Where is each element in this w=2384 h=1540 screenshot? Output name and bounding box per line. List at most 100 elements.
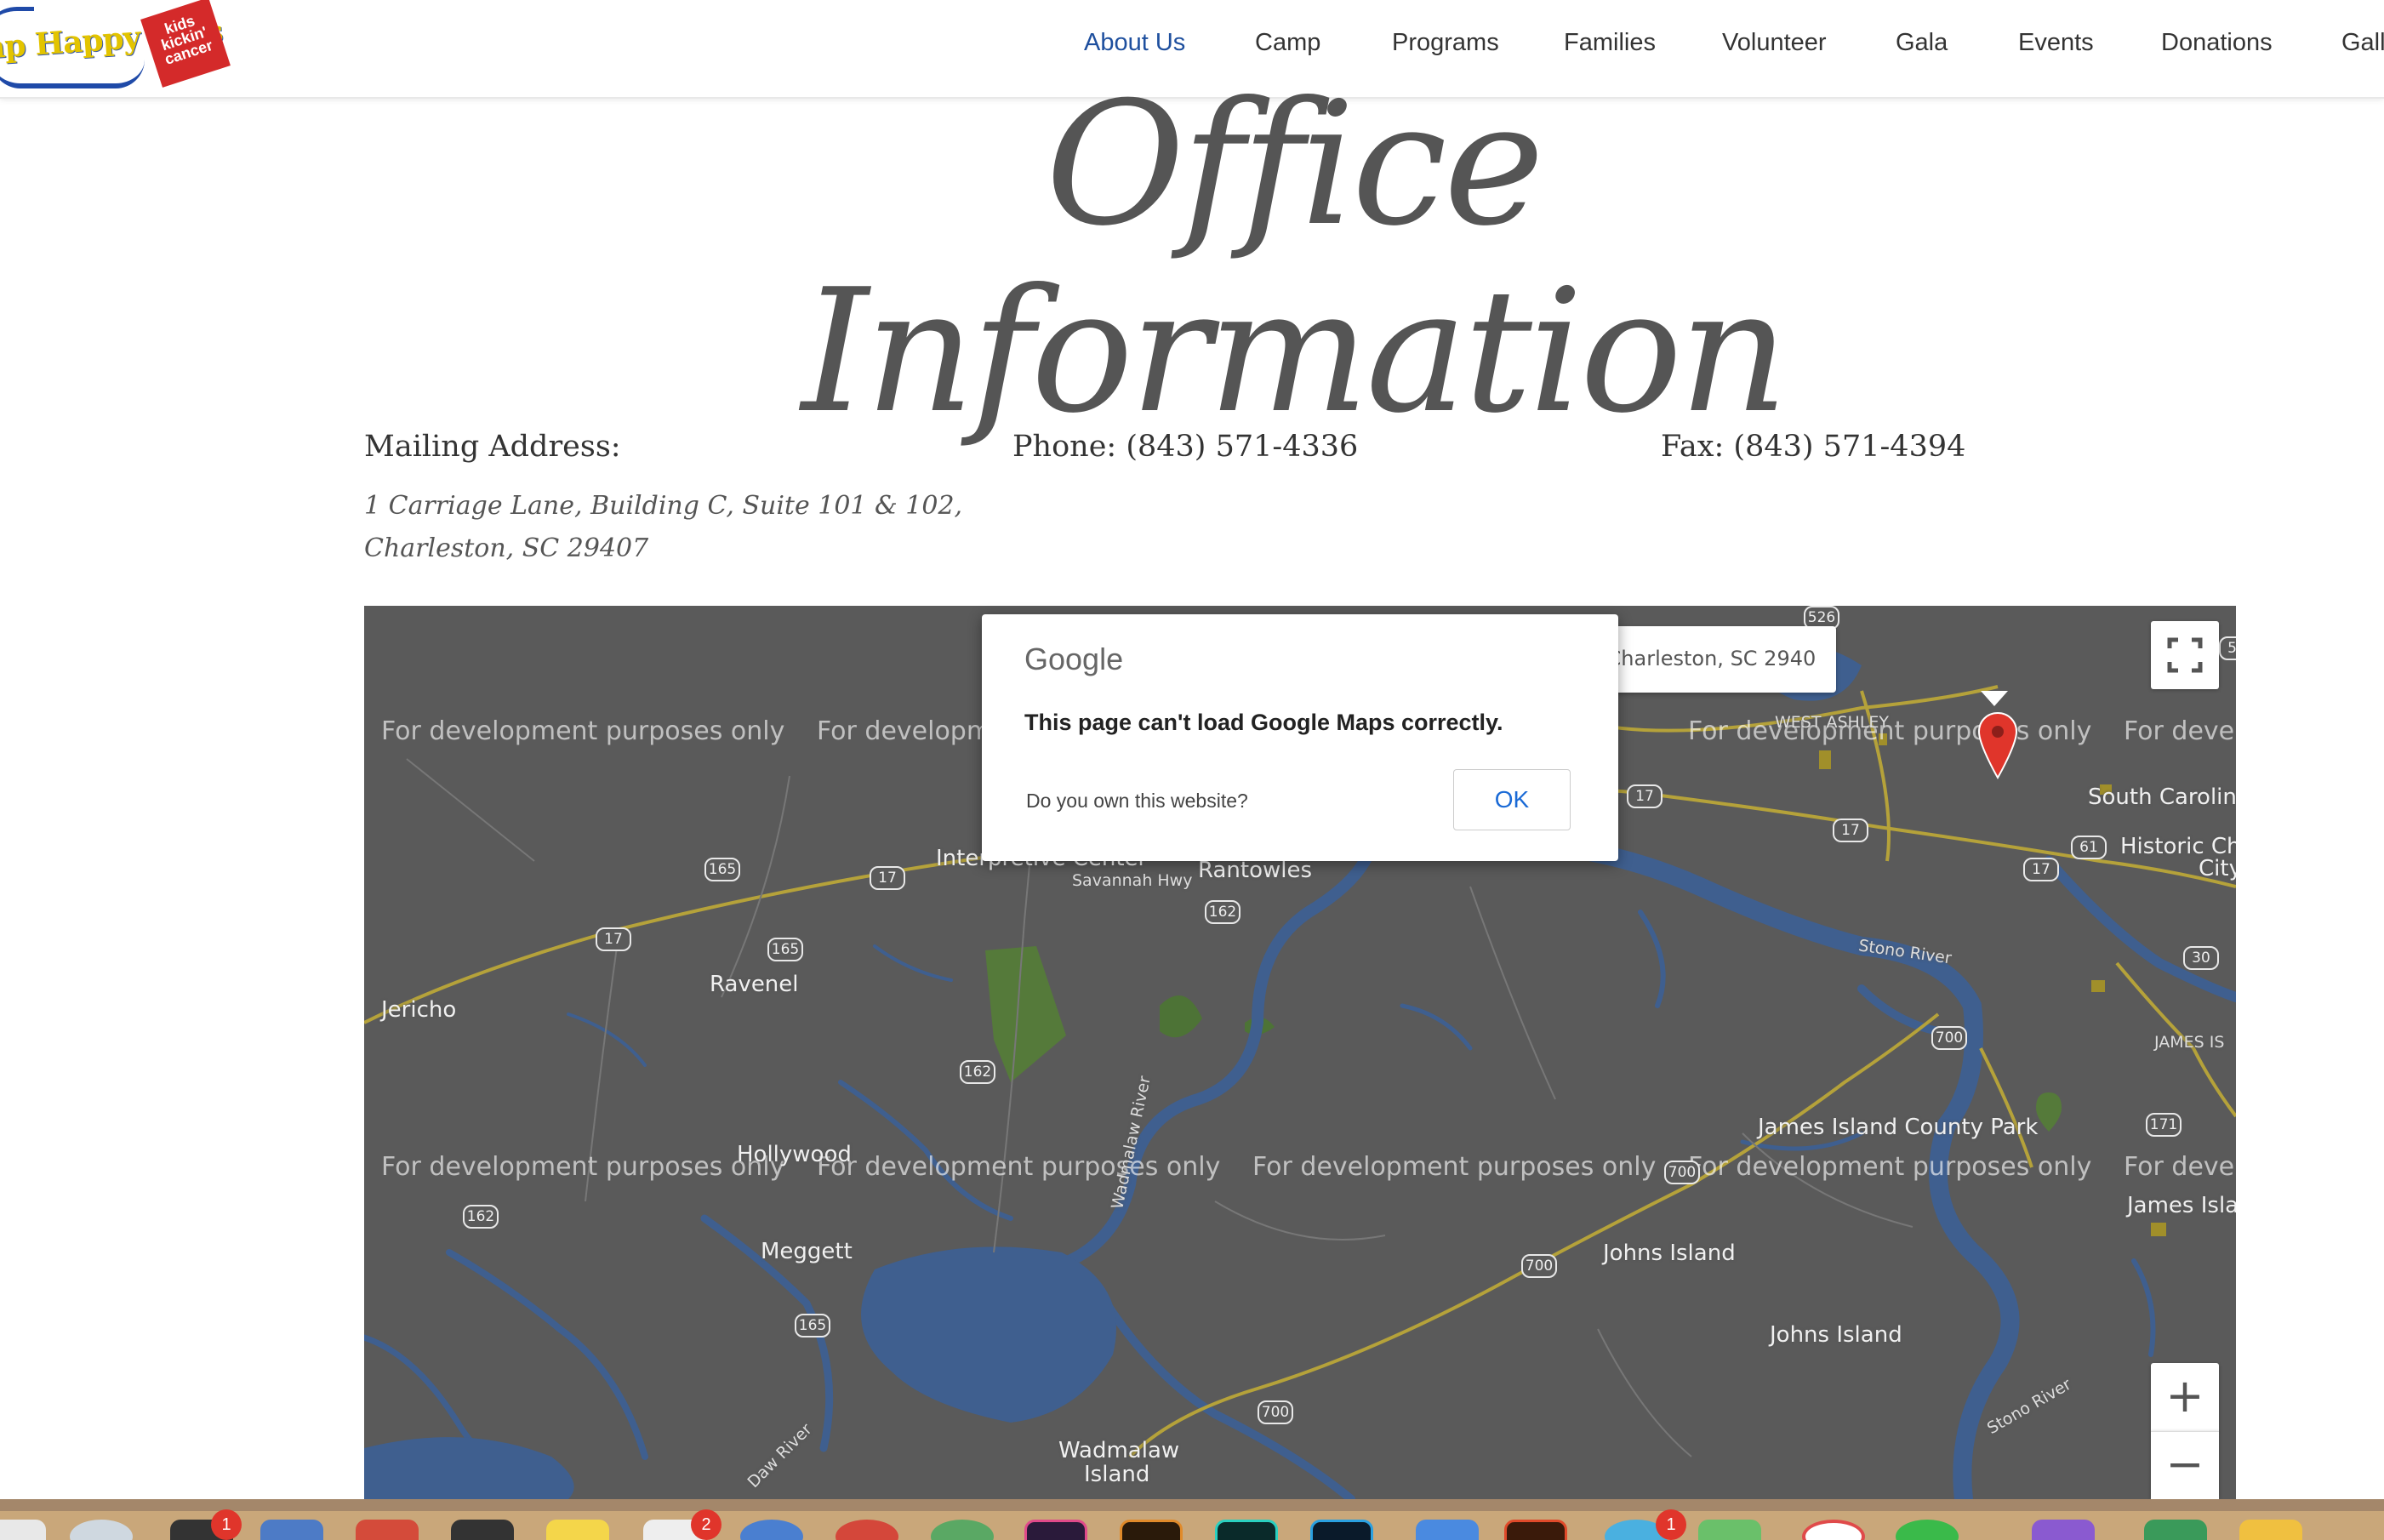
- dock-app-icon[interactable]: [1802, 1520, 1865, 1540]
- map-label: James Island County Park: [1758, 1115, 2039, 1140]
- map-urban: [2091, 980, 2105, 992]
- zoom-out-button[interactable]: −: [2151, 1431, 2219, 1499]
- map-label: Savannah Hwy: [1072, 871, 1193, 890]
- route-shield: 17: [870, 866, 905, 890]
- map-label: Meggett: [761, 1239, 853, 1264]
- main-nav: About Us Camp Programs Families Voluntee…: [0, 29, 2384, 63]
- fullscreen-button[interactable]: [2151, 621, 2219, 689]
- route-shield: 700: [1664, 1161, 1700, 1184]
- route-shield: 162: [1205, 900, 1240, 924]
- logo-swoosh-bottom: [0, 60, 145, 88]
- route-shield: 165: [795, 1314, 830, 1338]
- dev-watermark: For development purposes only: [381, 716, 785, 746]
- map-urban: [2151, 1223, 2166, 1236]
- dock-app-icon[interactable]: [2239, 1520, 2302, 1540]
- nav-events[interactable]: Events: [2018, 29, 2094, 57]
- dock-app-icon[interactable]: [451, 1520, 514, 1540]
- location-pin-icon[interactable]: [1976, 711, 2019, 779]
- map-label: Ravenel: [710, 972, 799, 997]
- map-label: Jericho: [381, 997, 457, 1023]
- info-window-tail: [1981, 691, 2008, 706]
- map-label: Johns Island: [1770, 1322, 1902, 1348]
- route-shield: 30: [2183, 946, 2219, 970]
- dock-app-icon[interactable]: [2144, 1520, 2207, 1540]
- macos-dock: 1 2 1: [0, 1499, 2384, 1540]
- dock-app-icon[interactable]: [1698, 1520, 1761, 1540]
- dock-notification-badge: 2: [691, 1509, 721, 1540]
- dock-app-icon[interactable]: [836, 1520, 898, 1540]
- dev-watermark: For development purposes only: [1688, 716, 2092, 746]
- map-urban: [1819, 750, 1831, 769]
- dock-app-icon[interactable]: [740, 1520, 803, 1540]
- route-shield: 17: [596, 927, 631, 951]
- address-line-2: Charleston, SC 29407: [364, 533, 649, 563]
- dock-app-icon[interactable]: [260, 1520, 323, 1540]
- dev-watermark: For development purposes only: [1252, 1152, 1657, 1182]
- dialog-message: This page can't load Google Maps correct…: [1024, 710, 1503, 735]
- route-shield: 61: [2071, 836, 2107, 859]
- nav-camp[interactable]: Camp: [1255, 29, 1320, 57]
- route-shield: 165: [767, 938, 803, 961]
- map-label: Wadmalaw: [1058, 1438, 1180, 1463]
- nav-gala[interactable]: Gala: [1896, 29, 1948, 57]
- page-title: Office Information: [801, 66, 1788, 451]
- route-shield: 162: [960, 1060, 995, 1084]
- mailing-address-label: Mailing Address:: [364, 430, 621, 464]
- route-shield: 17: [1833, 818, 1868, 842]
- route-shield: 700: [1258, 1400, 1293, 1424]
- dock-app-icon[interactable]: [1024, 1520, 1087, 1540]
- map-park: [1160, 995, 1202, 1038]
- google-logo: Google: [1024, 642, 1124, 676]
- map-water-bay: [364, 1437, 574, 1499]
- ok-button[interactable]: OK: [1453, 769, 1571, 830]
- dock-notification-badge: 1: [1656, 1509, 1686, 1540]
- dock-app-icon[interactable]: [0, 1520, 46, 1540]
- dock-app-icon[interactable]: [1120, 1520, 1183, 1540]
- route-shield: 171: [2146, 1113, 2182, 1137]
- dock-shelf: [0, 1499, 2384, 1511]
- route-shield: 700: [1931, 1026, 1967, 1050]
- nav-about-us[interactable]: About Us: [1084, 29, 1185, 57]
- nav-gallery[interactable]: Galle: [2341, 29, 2384, 57]
- route-shield: 17: [2023, 858, 2059, 881]
- dock-app-icon[interactable]: [1896, 1520, 1959, 1540]
- dev-watermark: For development purposes only: [817, 1152, 1221, 1182]
- dev-watermark: For development purposes only: [2124, 1152, 2236, 1182]
- dock-app-icon[interactable]: [2032, 1520, 2095, 1540]
- dock-app-icon[interactable]: [70, 1520, 133, 1540]
- dock-app-icon[interactable]: [931, 1520, 994, 1540]
- page: np Happy days kids kickin' cancer About …: [0, 0, 2384, 1540]
- map-label: City: [2199, 856, 2236, 881]
- nav-volunteer[interactable]: Volunteer: [1722, 29, 1827, 57]
- zoom-in-button[interactable]: +: [2151, 1363, 2219, 1431]
- dock-app-icon[interactable]: [1504, 1520, 1567, 1540]
- own-website-link[interactable]: Do you own this website?: [1026, 790, 1248, 813]
- nav-donations[interactable]: Donations: [2161, 29, 2273, 57]
- route-shield: 17: [1627, 784, 1663, 808]
- address-line-1: 1 Carriage Lane, Building C, Suite 101 &…: [364, 491, 963, 521]
- map-label: Hollywood: [737, 1142, 852, 1167]
- map-water-bay: [861, 1246, 1116, 1423]
- dock-app-icon[interactable]: [1215, 1520, 1278, 1540]
- dev-watermark: For development purposes only: [381, 1152, 785, 1182]
- map-label: Johns Island: [1603, 1241, 1736, 1266]
- mailing-address: 1 Carriage Lane, Building C, Suite 101 &…: [364, 485, 962, 570]
- map-label: South Carolina: [2088, 784, 2236, 810]
- map-park: [985, 946, 1066, 1082]
- nav-families[interactable]: Families: [1564, 29, 1656, 57]
- map-label: Island: [1084, 1462, 1150, 1487]
- map-label: JAMES IS: [2154, 1033, 2225, 1052]
- fullscreen-icon: [2167, 637, 2203, 673]
- dock-app-icon[interactable]: [356, 1520, 419, 1540]
- dock-app-icon[interactable]: [1416, 1520, 1479, 1540]
- map-label: Rantowles: [1198, 858, 1313, 883]
- dock-app-icon[interactable]: [1310, 1520, 1373, 1540]
- dock-app-icon[interactable]: [546, 1520, 609, 1540]
- map-label: James Isla: [2127, 1193, 2236, 1218]
- route-shield: 52: [2219, 636, 2236, 660]
- park-marker-icon[interactable]: [2036, 1092, 2062, 1132]
- dock-notification-badge: 1: [211, 1509, 242, 1540]
- map-label: WEST ASHLEY: [1775, 713, 1890, 732]
- nav-programs[interactable]: Programs: [1392, 29, 1499, 57]
- route-shield: 162: [463, 1205, 499, 1229]
